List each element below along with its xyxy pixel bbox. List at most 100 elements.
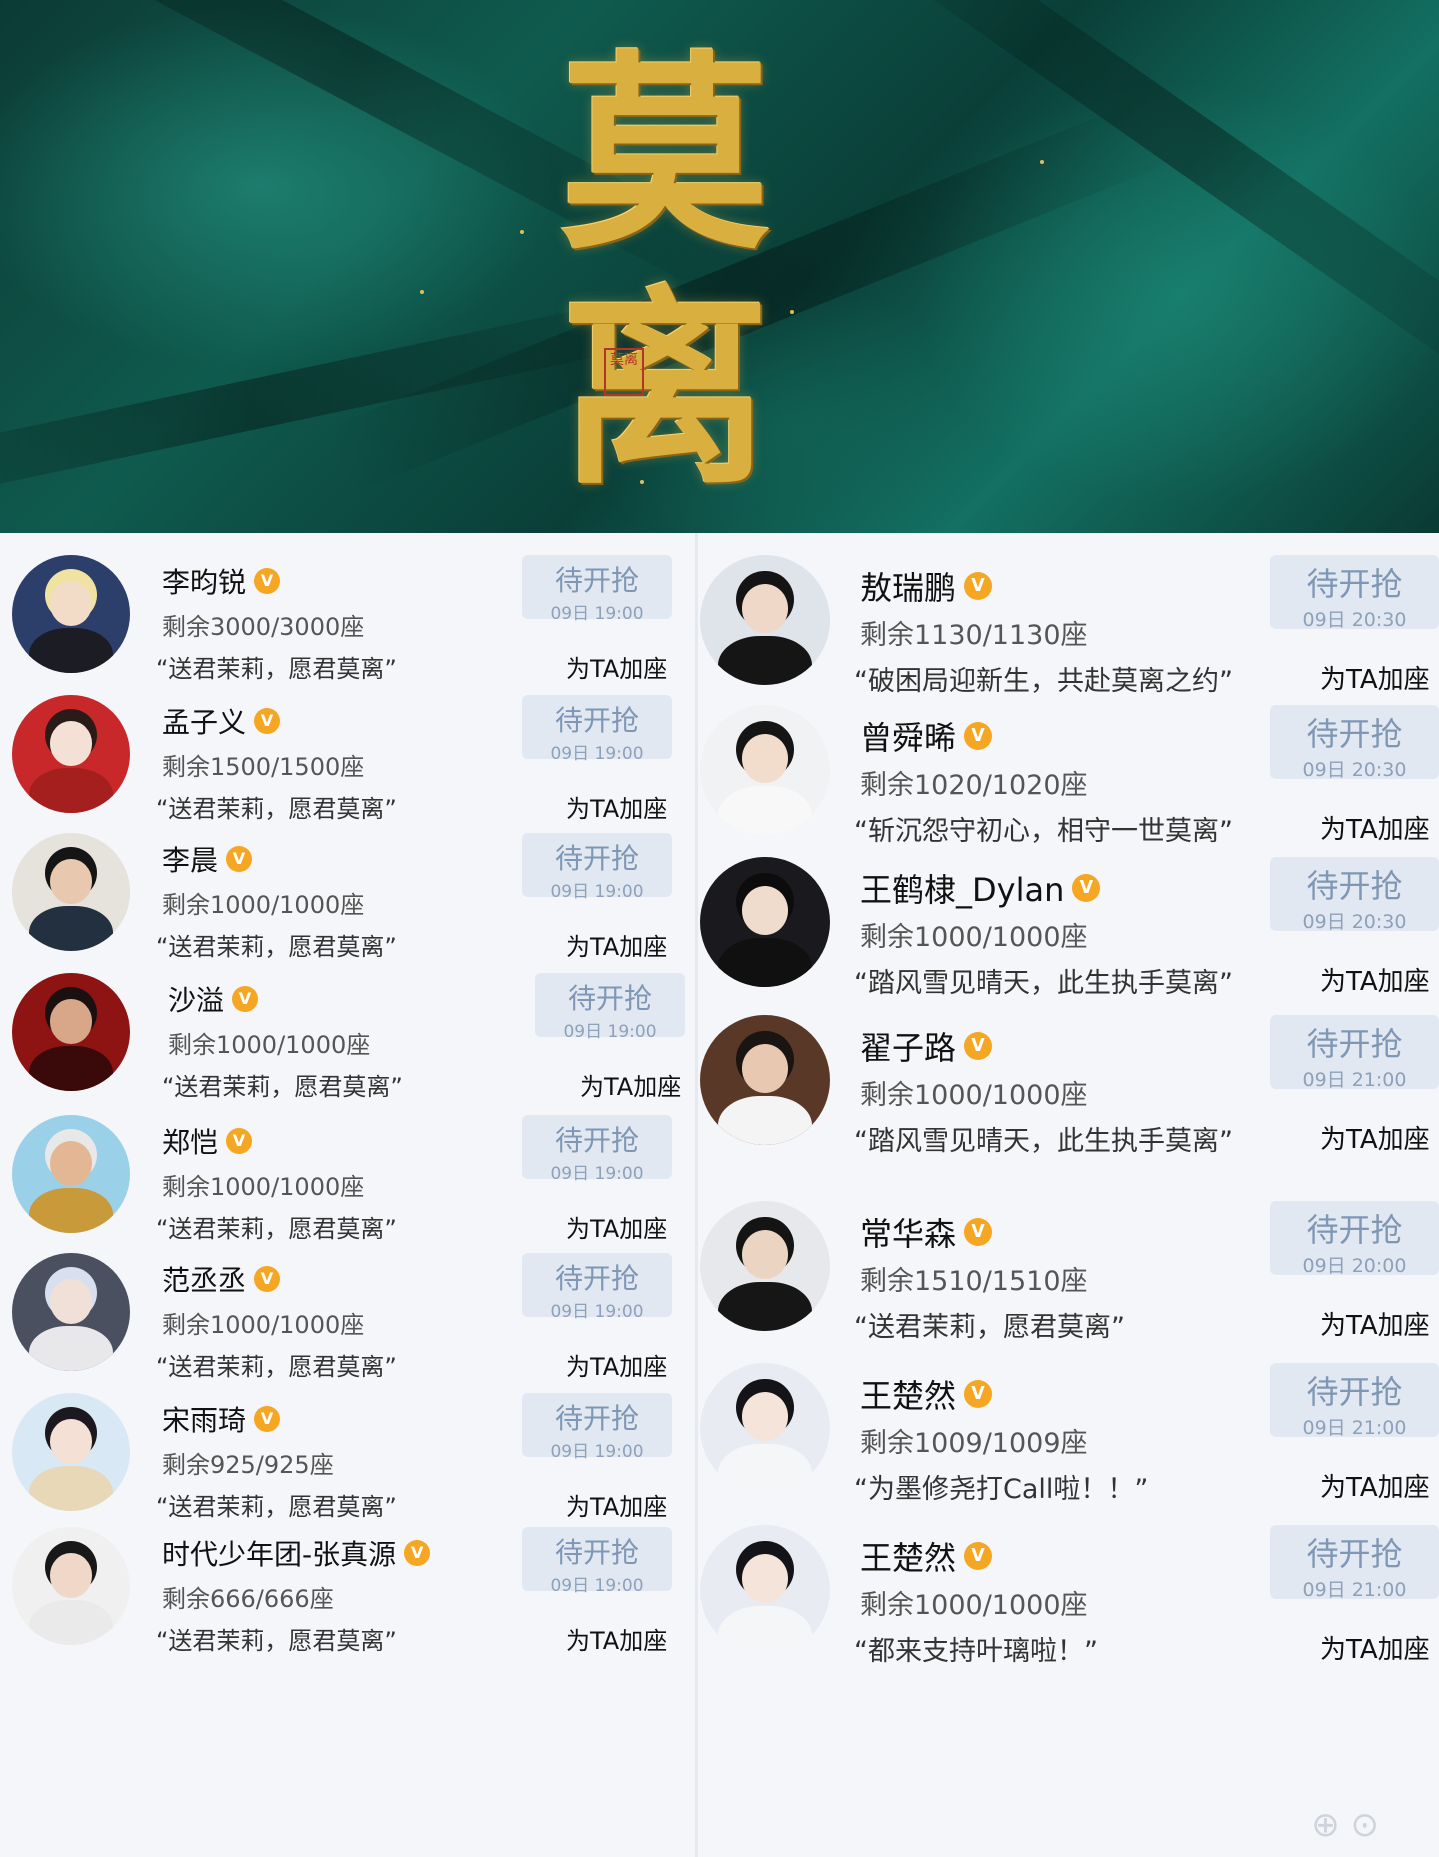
add-seat-button[interactable]: 为TA加座	[566, 1621, 667, 1656]
user-name[interactable]: 敖瑞鹏	[860, 563, 956, 609]
name-row: 沙溢 V	[168, 979, 259, 1019]
rush-status-button[interactable]: 待开抢 09日 19:00	[522, 1115, 672, 1184]
user-name[interactable]: 宋雨琦	[162, 1399, 246, 1439]
add-seat-button[interactable]: 为TA加座	[1320, 1629, 1430, 1666]
rush-status-button[interactable]: 待开抢 09日 19:00	[522, 1527, 672, 1596]
avatar[interactable]	[700, 857, 830, 987]
rush-status-label: 待开抢	[554, 1536, 639, 1569]
rush-status-label: 待开抢	[1306, 1025, 1403, 1063]
avatar[interactable]	[700, 555, 830, 685]
avatar[interactable]	[700, 1015, 830, 1145]
seats-remaining: 剩余1000/1000座	[162, 891, 365, 919]
avatar[interactable]	[700, 1525, 830, 1655]
rush-status-label: 待开抢	[1306, 715, 1403, 753]
seats-remaining: 剩余1510/1510座	[860, 1266, 1088, 1297]
rush-status-button[interactable]: 待开抢 09日 19:00	[535, 973, 685, 1042]
avatar[interactable]	[12, 1527, 130, 1645]
avatar[interactable]	[12, 973, 130, 1091]
avatar[interactable]	[12, 833, 130, 951]
user-name[interactable]: 沙溢	[168, 979, 224, 1019]
user-name[interactable]: 李晨	[162, 839, 218, 879]
ticket-card: 王楚然 V 剩余1000/1000座 “都来支持叶璃啦！” 待开抢 09日 21:00 为T…	[700, 1503, 1439, 1667]
rush-status-label: 待开抢	[1306, 1373, 1403, 1411]
user-name[interactable]: 时代少年团-张真源	[162, 1533, 396, 1573]
rush-status-button[interactable]: 待开抢 09日 19:00	[522, 695, 672, 764]
banner-title-char-2: 离	[560, 266, 771, 513]
user-name[interactable]: 李昀锐	[162, 561, 246, 601]
rush-time: 09日 20:30	[1302, 609, 1407, 631]
name-row: 宋雨琦 V	[162, 1399, 281, 1439]
name-row: 郑恺 V	[162, 1121, 253, 1161]
avatar[interactable]	[700, 1363, 830, 1493]
seats-remaining: 剩余1000/1000座	[162, 1173, 365, 1201]
name-row: 曾舜晞 V	[860, 713, 993, 759]
rush-time: 09日 19:00	[550, 604, 644, 624]
verified-icon: V	[254, 568, 281, 594]
verified-icon: V	[232, 986, 259, 1012]
avatar[interactable]	[700, 1201, 830, 1331]
avatar[interactable]	[12, 1393, 130, 1511]
ticket-card: 曾舜晞 V 剩余1020/1020座 “斩沉怨守初心，相守一世莫离” 待开抢 09日 20…	[700, 683, 1439, 847]
seats-remaining: 剩余1020/1020座	[860, 770, 1088, 801]
verified-icon: V	[226, 1128, 253, 1154]
user-name[interactable]: 王楚然	[860, 1533, 956, 1579]
verified-icon: V	[964, 572, 993, 600]
seats-remaining: 剩余1130/1130座	[860, 620, 1088, 651]
rush-status-button[interactable]: 待开抢 09日 20:30	[1270, 857, 1439, 933]
rush-status-button[interactable]: 待开抢 09日 20:00	[1270, 1201, 1439, 1277]
rush-status-button[interactable]: 待开抢 09日 20:30	[1270, 555, 1439, 631]
rush-status-label: 待开抢	[554, 842, 639, 875]
user-name[interactable]: 范丞丞	[162, 1259, 246, 1299]
verified-icon: V	[964, 1032, 993, 1060]
avatar[interactable]	[12, 1115, 130, 1233]
rush-status-button[interactable]: 待开抢 09日 19:00	[522, 1253, 672, 1322]
banner: 莫 离 莫离	[0, 0, 1439, 533]
ticket-card: 敖瑞鹏 V 剩余1130/1130座 “破困局迎新生，共赴莫离之约” 待开抢 09日 20…	[700, 533, 1439, 697]
slogan-text: “送君茉莉，愿君莫离”	[156, 1627, 397, 1655]
ticket-card: 范丞丞 V 剩余1000/1000座 “送君茉莉，愿君莫离” 待开抢 09日 19:00 为…	[0, 1231, 690, 1381]
slogan-text: “都来支持叶璃啦！”	[854, 1636, 1098, 1667]
user-name[interactable]: 常华森	[860, 1209, 956, 1255]
rush-status-button[interactable]: 待开抢 09日 21:00	[1270, 1525, 1439, 1601]
user-name[interactable]: 孟子义	[162, 701, 246, 741]
ticket-card: 郑恺 V 剩余1000/1000座 “送君茉莉，愿君莫离” 待开抢 09日 19:00 为T…	[0, 1093, 690, 1243]
name-row: 孟子义 V	[162, 701, 281, 741]
slogan-text: “送君茉莉，愿君莫离”	[854, 1312, 1125, 1343]
rush-status-button[interactable]: 待开抢 09日 21:00	[1270, 1015, 1439, 1091]
rush-time: 09日 21:00	[1302, 1069, 1407, 1091]
rush-time: 09日 20:30	[1302, 759, 1407, 781]
avatar[interactable]	[12, 695, 130, 813]
seats-remaining: 剩余1000/1000座	[162, 1311, 365, 1339]
rush-status-button[interactable]: 待开抢 09日 19:00	[522, 833, 672, 902]
rush-status-button[interactable]: 待开抢 09日 20:30	[1270, 705, 1439, 781]
name-row: 王楚然 V	[860, 1533, 993, 1579]
rush-status-button[interactable]: 待开抢 09日 21:00	[1270, 1363, 1439, 1439]
ticket-card: 常华森 V 剩余1510/1510座 “送君茉莉，愿君莫离” 待开抢 09日 20:00 为…	[700, 1179, 1439, 1343]
add-seat-button[interactable]: 为TA加座	[1320, 1119, 1430, 1156]
rush-time: 09日 20:30	[1302, 911, 1407, 933]
rush-time: 09日 19:00	[550, 1576, 644, 1596]
avatar[interactable]	[12, 1253, 130, 1371]
avatar[interactable]	[12, 555, 130, 673]
user-name[interactable]: 翟子路	[860, 1023, 956, 1069]
user-name[interactable]: 王鹤棣_Dylan	[860, 865, 1064, 911]
name-row: 李昀锐 V	[162, 561, 281, 601]
rush-status-label: 待开抢	[1306, 1535, 1403, 1573]
seats-remaining: 剩余1500/1500座	[162, 753, 365, 781]
name-row: 王鹤棣_Dylan V	[860, 865, 1101, 911]
rush-status-label: 待开抢	[1306, 565, 1403, 603]
user-name[interactable]: 王楚然	[860, 1371, 956, 1417]
user-name[interactable]: 郑恺	[162, 1121, 218, 1161]
ticket-list: 李昀锐 V 剩余3000/3000座 “送君茉莉，愿君莫离” 待开抢 09日 19:00 为…	[0, 533, 1439, 1857]
rush-status-label: 待开抢	[567, 982, 652, 1015]
add-seat-button[interactable]: 为TA加座	[1320, 1467, 1430, 1504]
avatar[interactable]	[700, 705, 830, 835]
rush-status-button[interactable]: 待开抢 09日 19:00	[522, 1393, 672, 1462]
seal-stamp: 莫离	[604, 348, 644, 396]
user-name[interactable]: 曾舜晞	[860, 713, 956, 759]
ticket-card: 王鹤棣_Dylan V 剩余1000/1000座 “踏风雪见晴天，此生执手莫离” 待开抢…	[700, 835, 1439, 999]
rush-status-button[interactable]: 待开抢 09日 19:00	[522, 555, 672, 624]
rush-status-label: 待开抢	[1306, 867, 1403, 905]
verified-icon: V	[226, 846, 253, 872]
add-seat-button[interactable]: 为TA加座	[1320, 1305, 1430, 1342]
